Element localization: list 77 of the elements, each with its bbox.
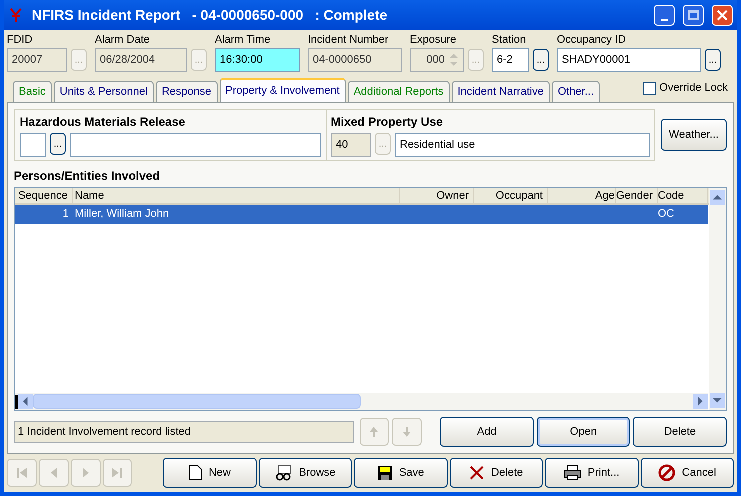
section-title: Hazardous Materials Release <box>20 114 186 131</box>
field-label: Station <box>492 33 528 46</box>
navigation-button[interactable] <box>38 459 69 487</box>
navigation-button[interactable] <box>392 418 422 446</box>
app-icon <box>8 7 24 23</box>
binoculars-icon <box>275 465 294 481</box>
checkbox-label: Override Lock <box>660 81 728 96</box>
weather-button[interactable]: Weather... <box>661 119 727 151</box>
maximize-button[interactable] <box>683 4 704 26</box>
field-label: Occupancy ID <box>557 33 628 46</box>
printer-icon <box>564 465 582 481</box>
input-field[interactable] <box>70 133 321 157</box>
table-row[interactable]: 1 Miller, William John OC <box>15 205 708 224</box>
x-icon <box>469 465 486 481</box>
table-cell: Miller, William John <box>75 208 170 220</box>
tab[interactable]: Property & Involvement <box>220 78 346 102</box>
section-title: Persons/Entities Involved <box>14 168 162 185</box>
field-label: Alarm Time <box>215 33 272 46</box>
column-header[interactable]: Sequence <box>15 188 73 203</box>
scroll-down-icon <box>713 396 722 405</box>
tab[interactable]: Incident Narrative <box>452 81 550 102</box>
close-icon <box>717 10 728 20</box>
scroll-left-icon <box>21 397 30 406</box>
column-header[interactable]: Owner <box>400 188 474 203</box>
browse-button[interactable]: ... <box>705 49 721 71</box>
toolbar-button[interactable]: Print... <box>545 458 639 488</box>
input-field[interactable]: SHADY00001 <box>557 48 701 72</box>
navigation-button[interactable] <box>360 418 390 446</box>
spinner-icon <box>449 52 459 68</box>
action-button[interactable]: Open <box>536 417 630 447</box>
action-button[interactable]: Delete <box>633 417 728 447</box>
tab[interactable]: Units & Personnel <box>54 81 154 102</box>
section-title: Mixed Property Use <box>331 114 444 131</box>
first-record-icon <box>14 466 29 480</box>
input-field[interactable]: Residential use <box>395 133 650 157</box>
vertical-scrollbar[interactable] <box>709 188 726 410</box>
field-label: Alarm Date <box>95 33 152 46</box>
tab[interactable]: Additional Reports <box>348 81 450 102</box>
tab[interactable]: Response <box>156 81 218 102</box>
navigation-button[interactable] <box>70 459 101 487</box>
status-text: 1 Incident Involvement record listed <box>14 421 354 443</box>
tab[interactable]: Basic <box>13 81 52 102</box>
table-cell: 1 <box>62 208 69 220</box>
toolbar-button[interactable]: Save <box>354 458 448 488</box>
browse-button[interactable]: ... <box>533 49 549 71</box>
browse-button[interactable]: ... <box>50 133 66 155</box>
navigation-button[interactable] <box>102 459 132 487</box>
field-label: Incident Number <box>308 33 390 46</box>
navigation-button[interactable] <box>7 459 37 487</box>
table-cell: OC <box>658 208 674 220</box>
window-title: NFIRS Incident Report - 04-0000650-000 : Complete <box>32 6 389 25</box>
scroll-right-icon <box>696 397 705 406</box>
last-record-icon <box>110 466 124 480</box>
action-button[interactable]: Add <box>440 417 534 447</box>
column-header[interactable]: Name <box>73 188 400 203</box>
input-field[interactable]: 6-2 <box>492 48 529 72</box>
checkbox[interactable] <box>642 82 656 95</box>
toolbar-button[interactable]: New <box>163 458 257 488</box>
document-icon <box>188 465 203 481</box>
column-header[interactable]: Code <box>658 188 708 203</box>
horizontal-scrollbar[interactable] <box>15 393 708 410</box>
toolbar-button[interactable]: Cancel <box>640 458 734 488</box>
input-field[interactable] <box>20 133 46 157</box>
toolbar-button[interactable]: Delete <box>450 458 544 488</box>
no-entry-icon <box>658 464 676 482</box>
scroll-up-icon <box>713 193 722 202</box>
minimize-button[interactable] <box>654 4 675 26</box>
toolbar-button[interactable]: Browse <box>258 458 352 488</box>
input-field[interactable]: 40 <box>331 133 371 157</box>
field-label: Exposure <box>410 33 458 46</box>
input-field[interactable]: 16:30:00 <box>215 48 300 72</box>
field-label: FDID <box>7 33 34 46</box>
column-header[interactable]: Gender <box>616 188 658 203</box>
column-header[interactable]: Age <box>548 188 616 203</box>
tab[interactable]: Other... <box>552 81 600 102</box>
column-header[interactable]: Occupant <box>474 188 548 203</box>
close-button[interactable] <box>712 4 733 26</box>
